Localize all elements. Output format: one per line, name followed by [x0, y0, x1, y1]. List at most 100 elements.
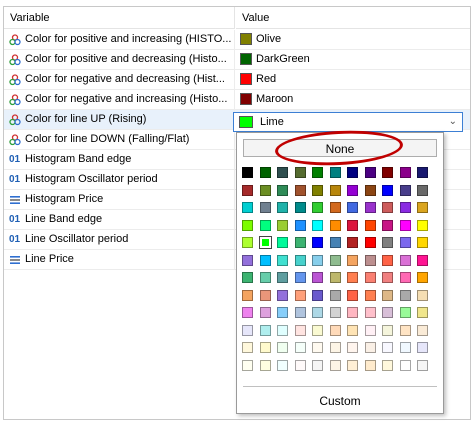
color-swatch-cell[interactable]: [259, 219, 271, 231]
color-swatch-cell[interactable]: [364, 237, 376, 248]
color-combobox[interactable]: Lime ⌄: [233, 112, 463, 132]
color-swatch-cell[interactable]: [312, 237, 323, 248]
color-swatch-cell[interactable]: [399, 307, 411, 318]
color-swatch-cell[interactable]: [364, 184, 376, 196]
color-swatch-cell[interactable]: [347, 272, 358, 283]
color-swatch-cell[interactable]: [312, 342, 323, 353]
color-swatch-cell[interactable]: [417, 184, 428, 196]
color-swatch-cell[interactable]: [382, 219, 393, 231]
color-swatch-cell[interactable]: [259, 307, 271, 318]
color-swatch-cell[interactable]: [347, 167, 358, 178]
color-swatch-cell[interactable]: [399, 219, 411, 231]
variable-cell[interactable]: 01 Line Oscillator period: [4, 230, 235, 249]
color-swatch-cell[interactable]: [259, 202, 271, 213]
variable-cell[interactable]: Color for line UP (Rising): [4, 110, 235, 129]
color-swatch-cell[interactable]: [329, 324, 341, 336]
color-swatch-cell[interactable]: [329, 307, 341, 318]
color-swatch-cell[interactable]: [294, 237, 306, 248]
color-swatch-cell[interactable]: [417, 272, 428, 283]
color-swatch-cell[interactable]: [277, 307, 288, 318]
color-swatch-cell[interactable]: [382, 167, 393, 178]
color-swatch-cell[interactable]: [242, 307, 253, 318]
variable-cell[interactable]: Color for negative and decreasing (Hist.…: [4, 70, 235, 89]
color-swatch-cell[interactable]: [242, 324, 253, 336]
variable-cell[interactable]: Color for positive and decreasing (Histo…: [4, 50, 235, 69]
color-swatch-cell[interactable]: [277, 359, 288, 371]
color-swatch-cell[interactable]: [347, 184, 358, 196]
color-swatch-cell[interactable]: [364, 324, 376, 336]
color-swatch-cell[interactable]: [242, 219, 253, 231]
color-swatch-cell[interactable]: [382, 202, 393, 213]
color-swatch-cell[interactable]: [294, 359, 306, 371]
color-swatch-cell[interactable]: [294, 342, 306, 353]
table-row[interactable]: Color for positive and decreasing (Histo…: [4, 50, 470, 70]
color-swatch-cell[interactable]: [329, 219, 341, 231]
color-swatch-cell[interactable]: [417, 307, 428, 318]
variable-cell[interactable]: Histogram Price: [4, 190, 235, 209]
color-swatch-cell[interactable]: [294, 324, 306, 336]
color-swatch-cell[interactable]: [417, 254, 428, 266]
color-swatch-cell[interactable]: [399, 324, 411, 336]
variable-cell[interactable]: 01 Histogram Oscillator period: [4, 170, 235, 189]
color-swatch-cell[interactable]: [329, 202, 341, 213]
color-swatch-cell[interactable]: [347, 359, 358, 371]
variable-cell[interactable]: Color for line DOWN (Falling/Flat): [4, 130, 235, 149]
color-swatch-cell[interactable]: [382, 237, 393, 248]
color-swatch-cell[interactable]: [417, 167, 428, 178]
color-swatch-cell[interactable]: [277, 254, 288, 266]
color-swatch-cell[interactable]: [312, 202, 323, 213]
color-swatch-cell[interactable]: [347, 307, 358, 318]
color-swatch-cell[interactable]: [294, 289, 306, 301]
color-swatch-cell[interactable]: [242, 167, 253, 178]
table-row[interactable]: Color for negative and increasing (Histo…: [4, 90, 470, 110]
color-swatch-cell[interactable]: [329, 254, 341, 266]
color-swatch-cell[interactable]: [259, 254, 271, 266]
table-row[interactable]: Color for positive and increasing (HISTO…: [4, 30, 470, 50]
color-swatch-cell[interactable]: [347, 202, 358, 213]
color-swatch-cell[interactable]: [294, 307, 306, 318]
color-swatch-cell[interactable]: [294, 202, 306, 213]
color-swatch-cell[interactable]: [347, 237, 358, 248]
color-swatch-cell[interactable]: [242, 202, 253, 213]
color-swatch-cell[interactable]: [417, 289, 428, 301]
color-swatch-cell[interactable]: [259, 359, 271, 371]
color-swatch-cell[interactable]: [382, 359, 393, 371]
color-swatch-cell[interactable]: [259, 272, 271, 283]
variable-cell[interactable]: 01 Histogram Band edge: [4, 150, 235, 169]
color-swatch-cell[interactable]: [399, 342, 411, 353]
color-swatch-cell[interactable]: [277, 289, 288, 301]
color-swatch-cell[interactable]: [417, 342, 428, 353]
color-swatch-cell[interactable]: [329, 184, 341, 196]
color-swatch-cell[interactable]: [242, 359, 253, 371]
color-swatch-cell[interactable]: [259, 184, 271, 196]
color-swatch-cell[interactable]: [312, 184, 323, 196]
color-swatch-cell[interactable]: [399, 254, 411, 266]
color-swatch-cell[interactable]: [329, 289, 341, 301]
color-swatch-cell[interactable]: [277, 167, 288, 178]
color-swatch-cell[interactable]: [277, 272, 288, 283]
table-row[interactable]: Color for negative and decreasing (Hist.…: [4, 70, 470, 90]
color-swatch-cell[interactable]: [399, 289, 411, 301]
color-swatch-cell[interactable]: [312, 324, 323, 336]
color-swatch-cell[interactable]: [417, 324, 428, 336]
color-swatch-cell[interactable]: [364, 342, 376, 353]
color-swatch-cell[interactable]: [364, 289, 376, 301]
color-swatch-cell[interactable]: [277, 202, 288, 213]
color-swatch-cell[interactable]: [417, 202, 428, 213]
color-swatch-cell[interactable]: [364, 272, 376, 283]
color-swatch-cell[interactable]: [347, 219, 358, 231]
color-swatch-cell[interactable]: [259, 289, 271, 301]
color-swatch-cell[interactable]: [258, 236, 272, 249]
color-swatch-cell[interactable]: [347, 342, 358, 353]
color-swatch-cell[interactable]: [399, 237, 411, 248]
color-swatch-cell[interactable]: [329, 167, 341, 178]
color-swatch-cell[interactable]: [382, 342, 393, 353]
value-cell[interactable]: Olive: [236, 30, 470, 49]
color-swatch-cell[interactable]: [417, 237, 428, 248]
color-swatch-cell[interactable]: [399, 202, 411, 213]
color-swatch-cell[interactable]: [312, 219, 323, 231]
color-swatch-cell[interactable]: [329, 342, 341, 353]
color-swatch-cell[interactable]: [312, 307, 323, 318]
color-swatch-cell[interactable]: [312, 272, 323, 283]
color-swatch-cell[interactable]: [277, 324, 288, 336]
